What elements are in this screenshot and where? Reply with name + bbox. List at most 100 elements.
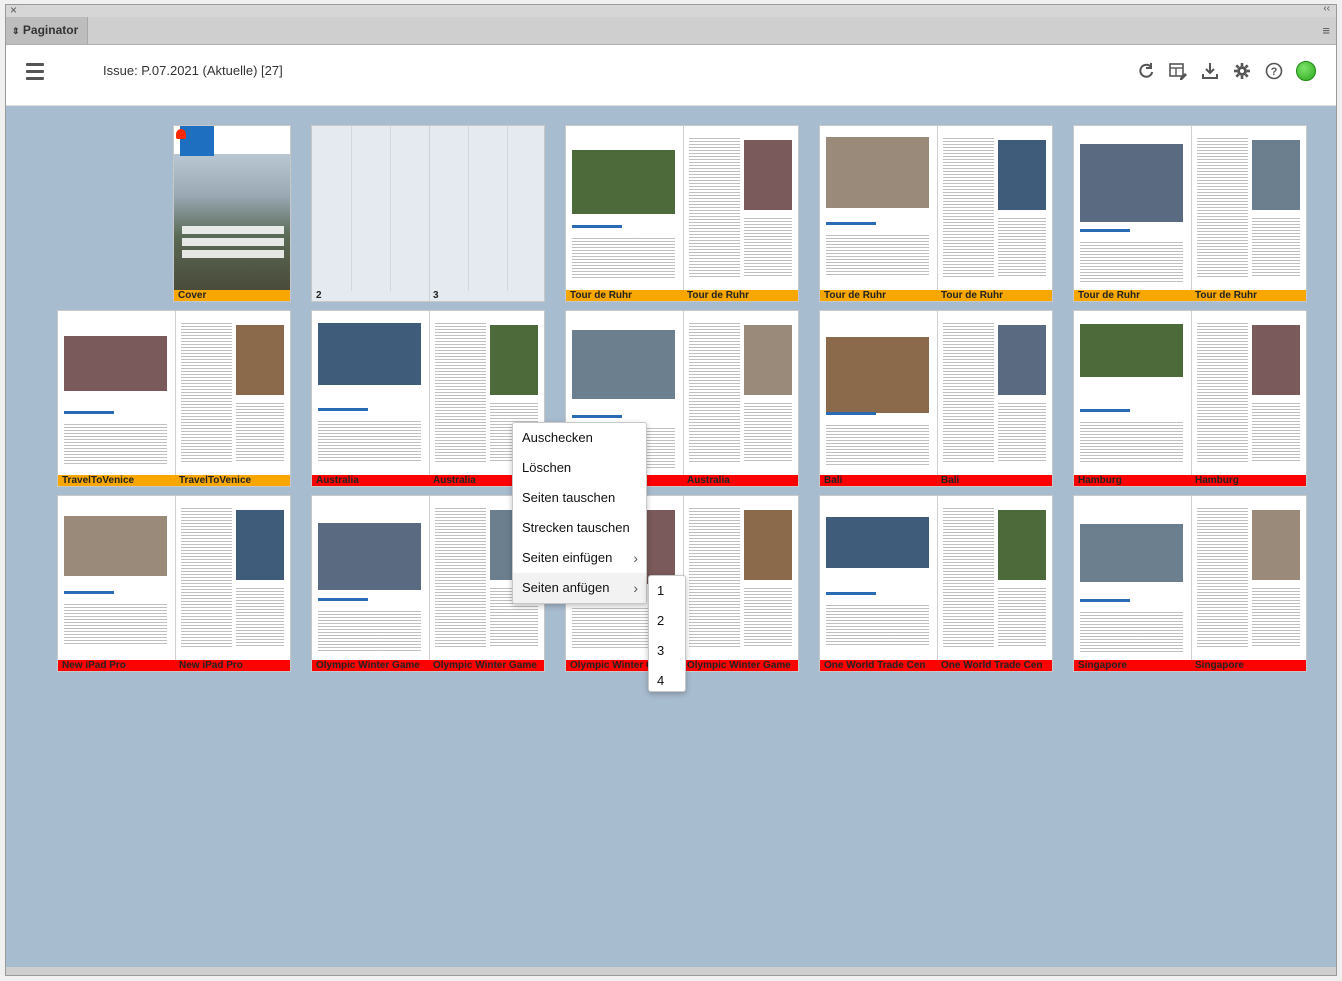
spread-label-bar: Cover: [174, 290, 290, 301]
cover-teaser-bar: [182, 250, 284, 258]
page-label-right: Australia: [433, 475, 476, 486]
spread-thumbnail[interactable]: Hamburg Hamburg: [1073, 310, 1307, 487]
text-column: [689, 508, 740, 648]
submenu-item-4[interactable]: 4: [649, 666, 685, 696]
panel-tab[interactable]: ⇕ Paginator: [6, 17, 88, 44]
layout-edit-icon[interactable]: [1168, 61, 1188, 81]
resize-grip[interactable]: [6, 967, 1336, 975]
text-column: [1080, 422, 1183, 462]
menu-item-seiten-anfuegen[interactable]: Seiten anfügen ›: [513, 573, 646, 603]
menu-item-label: Strecken tauschen: [522, 520, 630, 535]
page-heading: [64, 591, 114, 594]
page-photo: [997, 140, 1046, 210]
issue-label[interactable]: Issue: P.07.2021 (Aktuelle) [27]: [103, 63, 283, 78]
text-column: [743, 403, 792, 463]
spread-thumbnail[interactable]: 23: [311, 125, 545, 302]
spread-thumbnail[interactable]: TravelToVenice TravelToVenice: [57, 310, 291, 487]
chevron-right-icon: ›: [633, 550, 638, 566]
text-column: [997, 588, 1046, 648]
page-heading: [572, 225, 622, 228]
page-label-left: Australia: [316, 475, 359, 486]
collapse-icon[interactable]: ‹‹: [1323, 3, 1330, 14]
page-label-left: Singapore: [1078, 660, 1127, 671]
column-guide: [351, 126, 352, 291]
page-photo: [743, 510, 792, 580]
page-gutter: [429, 311, 430, 486]
text-column: [1251, 403, 1300, 463]
page-label-left: Bali: [824, 475, 843, 486]
spread-thumbnail[interactable]: Cover: [173, 125, 291, 302]
page-label-left: 2: [316, 290, 322, 301]
menu-item-strecken-tauschen[interactable]: Strecken tauschen: [513, 513, 646, 543]
text-column: [181, 323, 232, 463]
spread-thumbnail[interactable]: Australia Australia: [311, 310, 545, 487]
text-column: [826, 425, 929, 465]
text-column: [1197, 508, 1248, 648]
download-icon[interactable]: [1200, 61, 1220, 81]
page-photo: [64, 516, 167, 576]
page-photo: [743, 140, 792, 210]
gear-icon[interactable]: [1232, 61, 1252, 81]
text-column: [1080, 612, 1183, 652]
hamburger-menu-icon[interactable]: [26, 63, 44, 80]
page-heading: [1080, 599, 1130, 602]
spread-label-bar: Tour de Ruhr Tour de Ruhr: [1074, 290, 1306, 301]
page-photo: [1080, 324, 1183, 377]
page-heading: [318, 598, 368, 601]
page-label-right: Australia: [687, 475, 730, 486]
submenu-item-1[interactable]: 1: [649, 576, 685, 606]
spread-thumbnail[interactable]: Bali Bali: [819, 310, 1053, 487]
page-heading: [826, 592, 876, 595]
page-heading: [318, 408, 368, 411]
spread-thumbnail[interactable]: Singapore Singapore: [1073, 495, 1307, 672]
text-column: [435, 508, 486, 648]
page-photo: [318, 523, 421, 590]
text-column: [943, 138, 994, 278]
text-column: [435, 323, 486, 463]
submenu-item-2[interactable]: 2: [649, 606, 685, 636]
text-column: [235, 588, 284, 648]
refresh-icon[interactable]: [1136, 61, 1156, 81]
menu-item-seiten-tauschen[interactable]: Seiten tauschen: [513, 483, 646, 513]
page-heading: [1080, 229, 1130, 232]
text-column: [997, 403, 1046, 463]
spread-thumbnail[interactable]: Tour de Ruhr Tour de Ruhr: [565, 125, 799, 302]
page-label-left: Tour de Ruhr: [570, 290, 633, 301]
page-gutter: [1191, 311, 1192, 486]
menu-item-auschecken[interactable]: Auschecken: [513, 423, 646, 453]
panel-title: Paginator: [22, 23, 79, 37]
text-column: [689, 323, 740, 463]
spread-thumbnail[interactable]: Olympic Winter Game Olympic Winter Game: [311, 495, 545, 672]
spread-thumbnail[interactable]: One World Trade Cen One World Trade Cen: [819, 495, 1053, 672]
text-column: [826, 235, 929, 275]
tab-sort-icon: ⇕: [12, 26, 20, 36]
text-column: [743, 218, 792, 278]
spread-thumbnail[interactable]: New iPad Pro New iPad Pro: [57, 495, 291, 672]
panel-menu-icon[interactable]: ≡: [1322, 23, 1330, 38]
text-column: [826, 605, 929, 645]
close-icon[interactable]: ×: [10, 3, 17, 17]
page-gutter: [683, 311, 684, 486]
page-photo: [64, 336, 167, 391]
column-guide: [468, 126, 469, 291]
page-photo: [1251, 325, 1300, 395]
help-icon[interactable]: ?: [1264, 61, 1284, 81]
menu-item-seiten-einfuegen[interactable]: Seiten einfügen ›: [513, 543, 646, 573]
text-column: [943, 323, 994, 463]
page-label-right: Tour de Ruhr: [1195, 290, 1258, 301]
menu-item-loeschen[interactable]: Löschen: [513, 453, 646, 483]
page-photo: [743, 325, 792, 395]
page-photo: [826, 337, 929, 413]
page-gutter: [937, 311, 938, 486]
menu-item-label: Auschecken: [522, 430, 593, 445]
spread-thumbnail[interactable]: Tour de Ruhr Tour de Ruhr: [1073, 125, 1307, 302]
submenu-item-3[interactable]: 3: [649, 636, 685, 666]
spread-label-bar: Australia Australia: [312, 475, 544, 486]
page-photo: [1251, 140, 1300, 210]
spread-label-bar: TravelToVenice TravelToVenice: [58, 475, 290, 486]
page-label-right: Tour de Ruhr: [941, 290, 1004, 301]
page-label-right: TravelToVenice: [179, 475, 252, 486]
text-column: [318, 421, 421, 461]
spread-thumbnail[interactable]: Tour de Ruhr Tour de Ruhr: [819, 125, 1053, 302]
page-gutter: [683, 126, 684, 301]
